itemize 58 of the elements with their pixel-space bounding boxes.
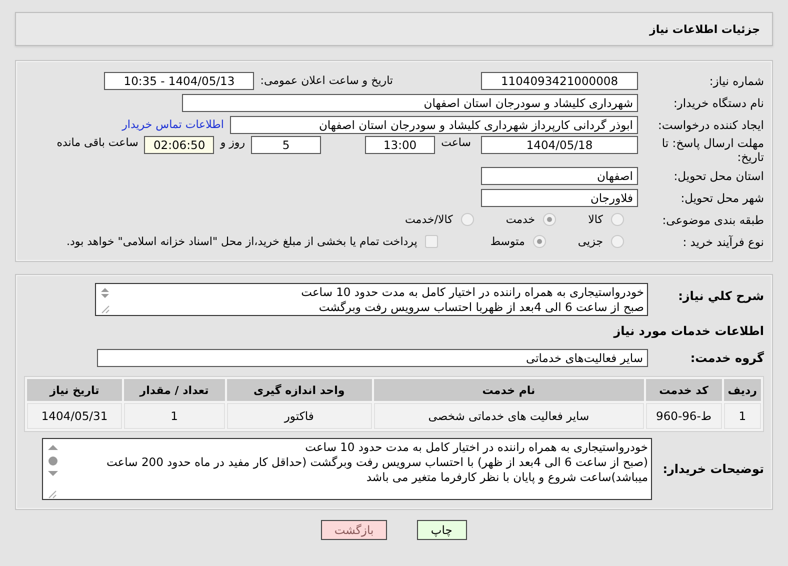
buyer-org-field: شهرداری کلیشاد و سودرجان استان اصفهان <box>182 94 638 112</box>
radio-button[interactable] <box>543 213 556 226</box>
checkbox[interactable] <box>425 235 438 248</box>
section-title: اطلاعات خدمات مورد نیاز <box>614 324 764 338</box>
table-cell: 1404/05/31 <box>27 403 122 429</box>
column-header: کد خدمت <box>646 379 722 401</box>
field-label: ایجاد کننده درخواست: <box>657 118 764 132</box>
table-cell: 1 <box>124 403 225 429</box>
contact-link[interactable]: اطلاعات تماس خریدار <box>122 118 224 131</box>
announce-date-field: 1404/05/13 - 10:35 <box>104 72 254 90</box>
table-cell: فاکتور <box>226 403 372 429</box>
radio-button[interactable] <box>532 235 546 248</box>
need-number-field: 1104093421000008 <box>481 72 638 90</box>
field-label: شهر محل تحویل: <box>680 190 764 204</box>
column-header: واحد اندازه گیری <box>226 379 372 401</box>
field-label: شرح کلي نياز: <box>677 289 764 303</box>
field-label: تاریخ و ساعت اعلان عمومی: <box>260 74 393 87</box>
field-label: طبقه بندی موضوعی: <box>661 212 764 226</box>
deadline-time-field: 13:00 <box>365 136 436 154</box>
field-label: نام دستگاه خریدار: <box>672 96 764 110</box>
field-label: مهلت ارسال پاسخ: تا تاریخ: <box>660 136 764 164</box>
field-label: استان محل تحویل: <box>672 168 764 182</box>
radio-button[interactable] <box>611 235 624 248</box>
field-label: نوع فرآیند خرید : <box>682 234 764 248</box>
page-title: جزئیات اطلاعات نیاز <box>650 22 760 36</box>
buyer-notes-field[interactable]: خودرواستیجاری به همراه راننده در اختیار کامل به مدت حدود 10 ساعت (صبح از ساعت 6 الی 4بعد از ظهر) با احتساب سرویس رفت وبرگشت (حداقل کار مفید در ماه حدود 200 ساعت میباشد)ساعت شروع و پایان با نظر کارفرما متغیر می باشد <box>42 438 652 500</box>
remaining-time-field: 02:06:50 <box>144 136 214 154</box>
radio-label: متوسط <box>490 235 525 248</box>
column-header: ردیف <box>724 379 761 401</box>
table-cell: 1 <box>724 403 761 429</box>
column-header: تاریخ نیاز <box>27 379 122 401</box>
province-field: اصفهان <box>481 166 638 184</box>
table-cell: ط-96-960 <box>646 403 722 429</box>
city-field: فلاورجان <box>481 188 638 206</box>
radio-label: کالا <box>588 213 603 226</box>
checkbox-label: پرداخت تمام یا بخشی از مبلغ خرید،از محل "اسناد خزانه اسلامی" خواهد بود. <box>66 235 418 248</box>
radio-label: جزیی <box>578 235 603 248</box>
radio-button[interactable] <box>611 213 624 226</box>
print-button[interactable]: چاپ <box>416 520 467 540</box>
field-label: روز و <box>220 136 246 149</box>
back-button[interactable]: بازگشت <box>321 520 387 540</box>
field-label: توضیحات خریدار: <box>664 462 764 476</box>
field-label: ساعت باقی مانده <box>56 136 138 149</box>
field-label: گروه خدمت: <box>689 350 764 364</box>
radio-button[interactable] <box>460 213 474 226</box>
scroll-arrows-icon[interactable] <box>100 286 110 314</box>
deadline-date-field: 1404/05/18 <box>481 136 638 154</box>
field-label: ساعت <box>441 136 471 149</box>
days-field: 5 <box>251 136 322 154</box>
radio-label: خدمت <box>506 213 536 226</box>
field-label: شماره نیاز: <box>708 74 764 88</box>
service-group-field: سایر فعالیت‌های خدماتی <box>97 348 648 366</box>
column-header: تعداد / مقدار <box>124 379 225 401</box>
table-cell: سایر فعالیت های خدماتی شخصی <box>374 403 644 429</box>
need-description-field[interactable]: خودرواستیجاری به همراه راننده در اختیار کامل به مدت حدود 10 ساعت صبح از ساعت 6 الی 4بعد از ظهربا احتساب سرویس رفت وبرگشت <box>95 283 648 316</box>
column-header: نام خدمت <box>374 379 644 401</box>
radio-label: کالا/خدمت <box>405 213 453 226</box>
requester-field: ابوذر گردانی کارپرداز شهرداری کلیشاد و سودرجان استان اصفهان <box>230 116 638 134</box>
